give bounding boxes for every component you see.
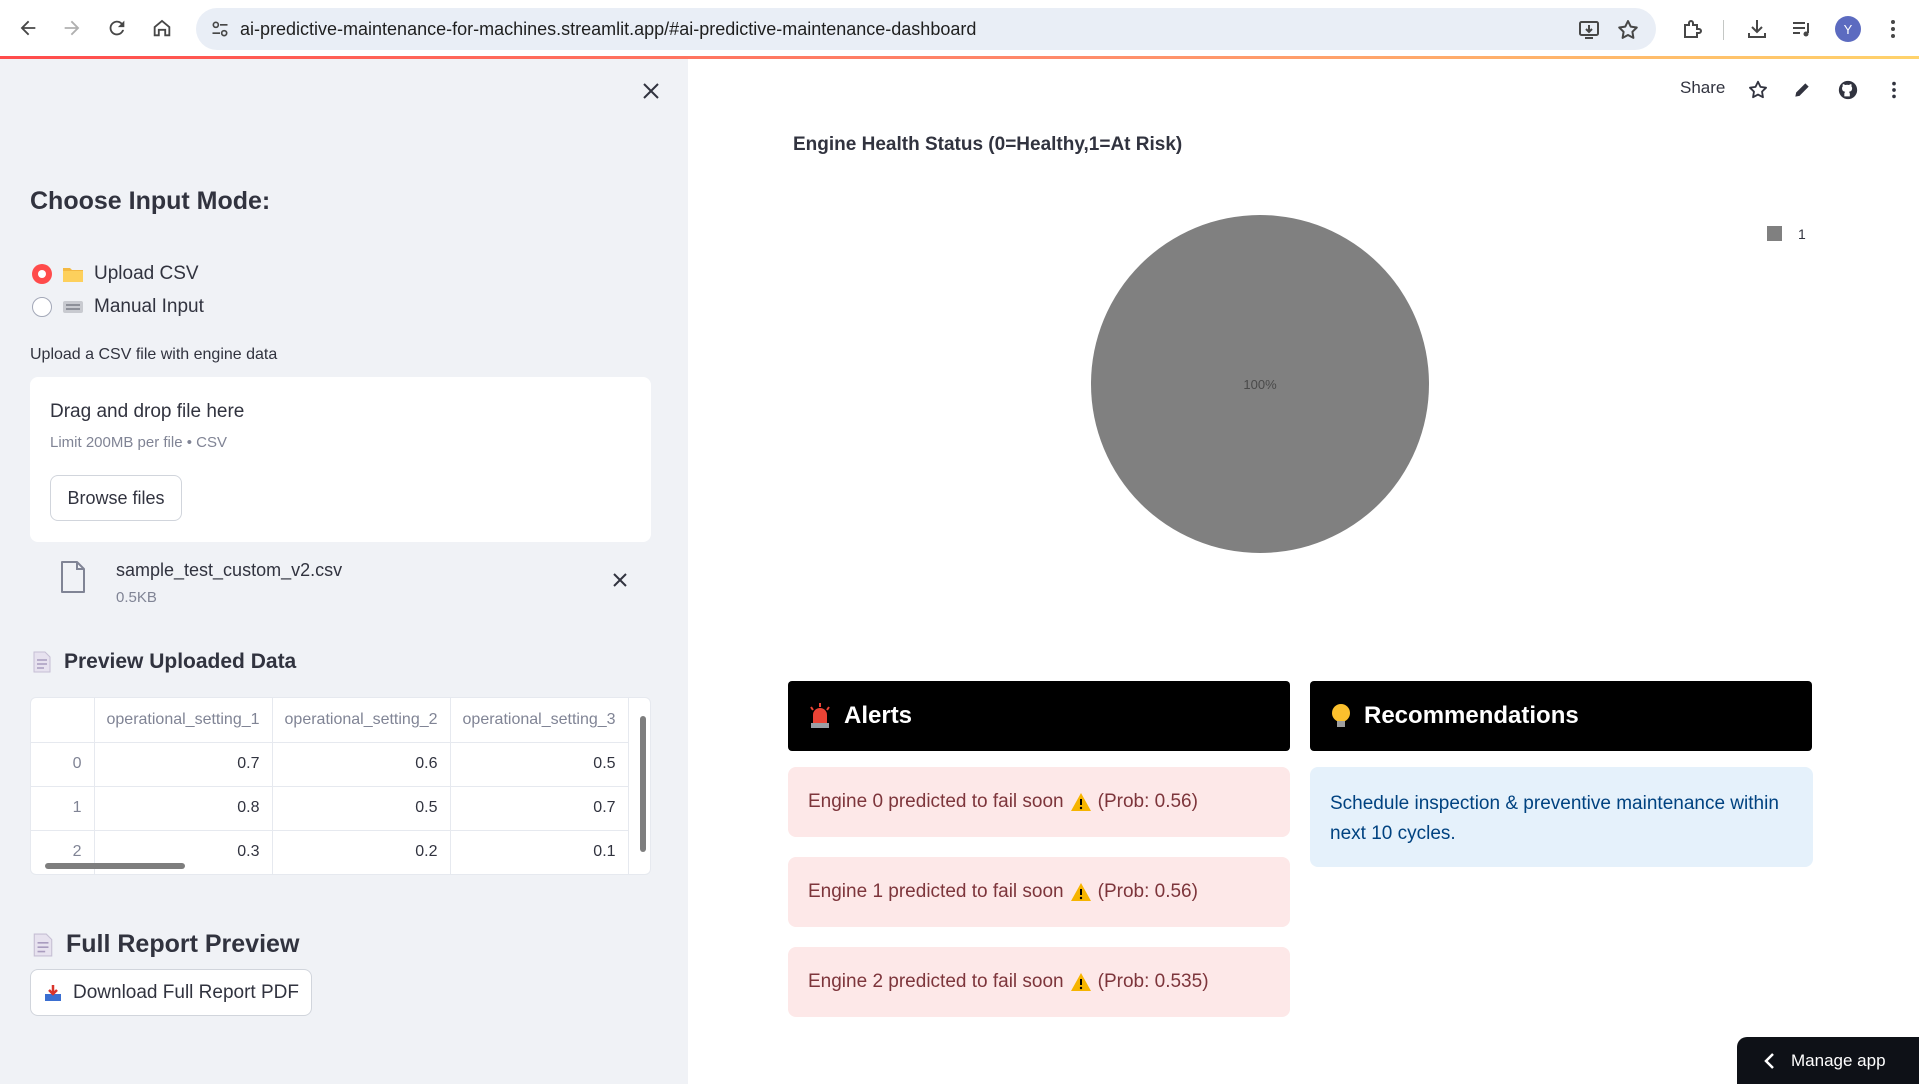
uploaded-file: sample_test_custom_v2.csv 0.5KB: [30, 552, 651, 612]
report-heading: Full Report Preview: [32, 930, 299, 959]
table-header-cell[interactable]: operational_setting_2: [272, 698, 451, 743]
alert-box: Engine 0 predicted to fail soon (Prob: 0…: [788, 767, 1290, 837]
recommendations-title: Recommendations: [1364, 702, 1579, 729]
browser-toolbar: ai-predictive-maintenance-for-machines.s…: [0, 0, 1919, 58]
file-dropzone[interactable]: Drag and drop file here Limit 200MB per …: [30, 377, 651, 542]
close-sidebar-icon[interactable]: [638, 78, 664, 104]
alerts-title: Alerts: [844, 702, 913, 729]
warning-icon: [1070, 793, 1091, 811]
downloads-icon[interactable]: [1744, 16, 1770, 42]
table-cell[interactable]: 0.7: [94, 742, 273, 787]
star-icon[interactable]: [1746, 78, 1770, 102]
alerts-header: Alerts: [788, 681, 1290, 751]
back-icon[interactable]: [14, 14, 42, 42]
data-preview-table[interactable]: operational_setting_1 operational_settin…: [30, 697, 651, 875]
alert-text: Engine 1 predicted to fail soon: [808, 881, 1064, 902]
table-cell[interactable]: 0: [31, 742, 95, 787]
dropzone-limit: Limit 200MB per file • CSV: [50, 434, 227, 451]
preview-heading: Preview Uploaded Data: [32, 650, 296, 674]
table-header-row: operational_setting_1 operational_settin…: [31, 698, 629, 743]
table-header-cell[interactable]: operational_setting_3: [450, 698, 629, 743]
profile-avatar[interactable]: Y: [1835, 16, 1861, 42]
browse-files-button[interactable]: Browse files: [50, 475, 182, 521]
browser-menu-icon[interactable]: [1880, 16, 1906, 42]
table-cell[interactable]: 0.8: [94, 786, 273, 831]
table-cell[interactable]: 0.5: [272, 786, 451, 831]
legend-swatch[interactable]: [1767, 226, 1782, 241]
table-header-cell[interactable]: [31, 698, 95, 743]
legend-label: 1: [1798, 226, 1806, 242]
recommendation-box: Schedule inspection & preventive mainten…: [1310, 767, 1813, 867]
radio-upload-csv[interactable]: Upload CSV: [32, 263, 199, 285]
siren-icon: [810, 703, 830, 728]
forward-icon[interactable]: [58, 14, 86, 42]
table-cell[interactable]: 0.5: [450, 742, 629, 787]
vertical-scrollbar[interactable]: [640, 706, 646, 858]
table-header-cell[interactable]: operational_setting_1: [94, 698, 273, 743]
document-icon: [33, 933, 53, 956]
file-size: 0.5KB: [116, 589, 157, 606]
inbox-tray-icon: [45, 984, 61, 1001]
table-cell[interactable]: 0.7: [450, 786, 629, 831]
recommendations-header: Recommendations: [1310, 681, 1812, 751]
manage-app-label: Manage app: [1791, 1050, 1886, 1070]
app-menu-icon[interactable]: [1882, 78, 1906, 102]
file-name: sample_test_custom_v2.csv: [116, 560, 343, 580]
folder-icon: [62, 265, 84, 283]
manage-app-button[interactable]: Manage app: [1737, 1037, 1919, 1084]
table-cell[interactable]: 0.6: [272, 742, 451, 787]
table-cell[interactable]: 1: [31, 786, 95, 831]
download-label: Download Full Report PDF: [73, 981, 299, 1003]
alert-text: Engine 2 predicted to fail soon: [808, 971, 1064, 992]
alert-probability: (Prob: 0.535): [1097, 971, 1209, 992]
input-mode-heading: Choose Input Mode:: [30, 187, 271, 215]
radio-manual-input[interactable]: Manual Input: [32, 296, 204, 318]
alert-probability: (Prob: 0.56): [1097, 881, 1198, 902]
remove-file-icon[interactable]: [608, 568, 632, 592]
preview-heading-text: Preview Uploaded Data: [64, 650, 297, 673]
address-bar[interactable]: ai-predictive-maintenance-for-machines.s…: [196, 8, 1656, 50]
alert-probability: (Prob: 0.56): [1097, 791, 1198, 812]
github-icon[interactable]: [1836, 78, 1860, 102]
toolbar-divider: [1723, 20, 1724, 40]
table-row: 0 0.7 0.6 0.5: [31, 742, 629, 787]
radio-label: Upload CSV: [94, 263, 199, 284]
document-icon: [33, 651, 51, 673]
warning-icon: [1070, 973, 1091, 991]
chevron-left-icon: [1764, 1052, 1774, 1069]
file-icon: [61, 561, 85, 593]
dropzone-title: Drag and drop file here: [50, 401, 245, 422]
lightbulb-icon: [1332, 704, 1350, 727]
horizontal-scrollbar[interactable]: [35, 862, 645, 870]
alert-box: Engine 2 predicted to fail soon (Prob: 0…: [788, 947, 1290, 1017]
table-row: 1 0.8 0.5 0.7: [31, 786, 629, 831]
alert-box: Engine 1 predicted to fail soon (Prob: 0…: [788, 857, 1290, 927]
share-button[interactable]: Share: [1680, 78, 1725, 98]
media-queue-icon[interactable]: [1789, 16, 1815, 42]
chart-title: Engine Health Status (0=Healthy,1=At Ris…: [793, 134, 1183, 155]
edit-pencil-icon[interactable]: [1790, 78, 1814, 102]
reload-icon[interactable]: [103, 14, 131, 42]
radio-button-selected[interactable]: [32, 264, 52, 284]
download-report-button[interactable]: Download Full Report PDF: [30, 969, 312, 1016]
alert-text: Engine 0 predicted to fail soon: [808, 791, 1064, 812]
home-icon[interactable]: [148, 14, 176, 42]
radio-label: Manual Input: [94, 296, 204, 317]
uploader-label: Upload a CSV file with engine data: [30, 346, 278, 363]
url-text: ai-predictive-maintenance-for-machines.s…: [240, 19, 977, 39]
keyboard-icon: [62, 298, 84, 316]
report-heading-text: Full Report Preview: [66, 930, 300, 958]
bookmark-star-icon[interactable]: [1616, 18, 1640, 42]
extensions-icon[interactable]: [1679, 16, 1705, 42]
warning-icon: [1070, 883, 1091, 901]
pie-chart: 100% 1: [1091, 215, 1806, 553]
radio-button[interactable]: [32, 297, 52, 317]
pie-slice-percent-label: 100%: [1243, 377, 1277, 392]
install-app-icon[interactable]: [1577, 18, 1601, 42]
site-info-icon[interactable]: [210, 19, 230, 39]
